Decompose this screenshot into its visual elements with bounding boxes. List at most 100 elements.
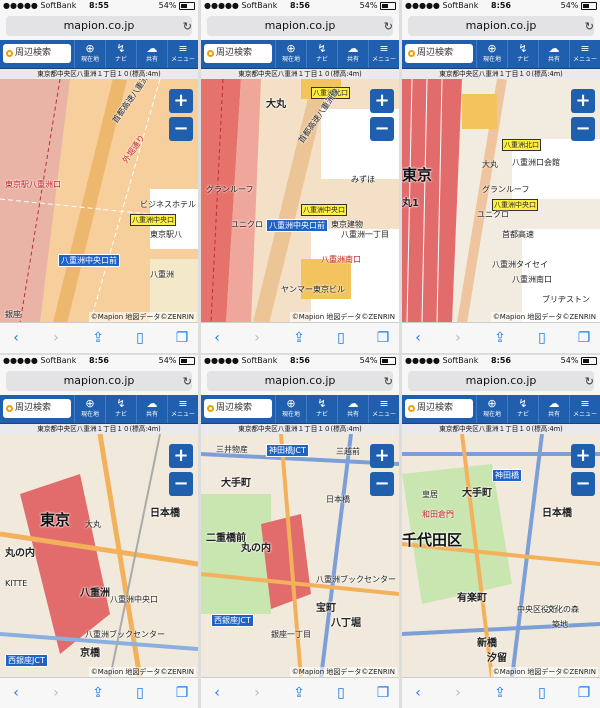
url-field[interactable]: mapion.co.jp [6, 16, 192, 36]
reload-icon[interactable]: ↻ [384, 20, 393, 33]
share-icon[interactable]: ⇪ [289, 683, 309, 703]
nav-button-label: ナビ [114, 56, 127, 63]
nav-crosshair-button[interactable]: ⊕ 現在地 [476, 395, 507, 423]
nav-menu-button[interactable]: ≡ メニュー [167, 40, 198, 68]
map-label: 八重洲口会館 [512, 158, 560, 167]
reload-icon[interactable]: ↻ [183, 20, 192, 33]
tabs-icon[interactable]: ❐ [373, 328, 393, 348]
zoom-in-button[interactable]: + [370, 444, 394, 468]
nearby-search-button[interactable]: 周辺検索 [3, 399, 71, 418]
url-field[interactable]: mapion.co.jp [6, 371, 192, 391]
back-icon[interactable]: ‹ [207, 328, 227, 348]
nav-button-label: ナビ [315, 411, 328, 418]
nav-share-bubble-button[interactable]: ☁ 共有 [538, 40, 569, 68]
back-icon[interactable]: ‹ [207, 683, 227, 703]
share-icon[interactable]: ⇪ [88, 683, 108, 703]
zoom-in-button[interactable]: + [571, 89, 595, 113]
map-label: 八重洲ブックセンター [85, 630, 165, 639]
zoom-out-button[interactable]: − [571, 472, 595, 496]
bookmarks-icon[interactable]: ▯ [331, 328, 351, 348]
tabs-icon[interactable]: ❐ [373, 683, 393, 703]
nav-share-bubble-button[interactable]: ☁ 共有 [538, 395, 569, 423]
map-view[interactable]: 首都高速八重洲線 東京駅八重洲口 外堀通り ビジネスホテル 八重洲中央口 八重洲中央口前東… [0, 79, 198, 323]
forward-icon[interactable]: › [247, 683, 267, 703]
nav-crosshair-button[interactable]: ⊕ 現在地 [476, 40, 507, 68]
reload-icon[interactable]: ↻ [585, 20, 594, 33]
map-view[interactable]: 千代田区 神田橋 和田倉門 皇居 大手町 日本橋 有楽町 中央区役所 新橋 汐留 築地 文化の森 + … [402, 434, 600, 678]
nav-share-bubble-button[interactable]: ☁ 共有 [136, 395, 167, 423]
zoom-out-button[interactable]: − [370, 472, 394, 496]
nav-crosshair-button[interactable]: ⊕ 現在地 [74, 40, 105, 68]
bookmarks-icon[interactable]: ▯ [532, 683, 552, 703]
nav-menu-button[interactable]: ≡ メニュー [569, 395, 600, 423]
map-view[interactable]: 東京 大丸 丸の内 KITTE 八重洲中央口 八重洲ブックセンター 京橋 西銀座JCT 八重洲 日… [0, 434, 198, 678]
forward-icon[interactable]: › [247, 328, 267, 348]
nav-crosshair-button[interactable]: ⊕ 現在地 [275, 395, 306, 423]
zoom-in-button[interactable]: + [370, 89, 394, 113]
nav-menu-button[interactable]: ≡ メニュー [167, 395, 198, 423]
zoom-out-button[interactable]: − [169, 117, 193, 141]
nearby-search-button[interactable]: 周辺検索 [204, 399, 272, 418]
share-icon[interactable]: ⇪ [490, 683, 510, 703]
forward-icon[interactable]: › [46, 328, 66, 348]
nav-menu-button[interactable]: ≡ メニュー [569, 40, 600, 68]
url-field[interactable]: mapion.co.jp [207, 16, 393, 36]
nearby-search-button[interactable]: 周辺検索 [204, 44, 272, 63]
back-icon[interactable]: ‹ [6, 683, 26, 703]
zoom-out-button[interactable]: − [169, 472, 193, 496]
nav-menu-button[interactable]: ≡ メニュー [368, 40, 399, 68]
zoom-in-button[interactable]: + [169, 89, 193, 113]
map-copyright: ©Mapion 地図データ©ZENRIN [289, 667, 397, 677]
zoom-in-button[interactable]: + [571, 444, 595, 468]
bookmarks-icon[interactable]: ▯ [532, 328, 552, 348]
nav-route-button[interactable]: ↯ ナビ [306, 40, 337, 68]
zoom-out-button[interactable]: − [370, 117, 394, 141]
share-icon[interactable]: ⇪ [490, 328, 510, 348]
nearby-search-button[interactable]: 周辺検索 [405, 44, 473, 63]
forward-icon[interactable]: › [448, 683, 468, 703]
nav-share-bubble-button[interactable]: ☁ 共有 [337, 395, 368, 423]
share-bubble-icon: ☁ [548, 397, 560, 410]
nav-route-button[interactable]: ↯ ナビ [105, 40, 136, 68]
nav-share-bubble-button[interactable]: ☁ 共有 [136, 40, 167, 68]
nav-crosshair-button[interactable]: ⊕ 現在地 [74, 395, 105, 423]
url-field[interactable]: mapion.co.jp [408, 16, 594, 36]
map-view[interactable]: 大丸 八重洲北口 首都高速八重洲線 グランルーフ 八重洲中央口 ユニクロ 八重洲中央口前 八重… [201, 79, 399, 323]
map-view[interactable]: 三井物産 神田橋JCT 大手町 三越前 日本橋 二重橋前 丸の内 八重洲ブックセンター 八丁堀 宝… [201, 434, 399, 678]
share-icon[interactable]: ⇪ [289, 328, 309, 348]
bookmarks-icon[interactable]: ▯ [130, 683, 150, 703]
url-field[interactable]: mapion.co.jp [408, 371, 594, 391]
nav-route-button[interactable]: ↯ ナビ [507, 40, 538, 68]
map-label: 八重洲中央口 [301, 204, 347, 216]
bookmarks-icon[interactable]: ▯ [331, 683, 351, 703]
url-text: mapion.co.jp [465, 19, 537, 32]
url-field[interactable]: mapion.co.jp [207, 371, 393, 391]
zoom-in-button[interactable]: + [169, 444, 193, 468]
reload-icon[interactable]: ↻ [384, 375, 393, 388]
tabs-icon[interactable]: ❐ [172, 328, 192, 348]
bookmarks-icon[interactable]: ▯ [130, 328, 150, 348]
back-icon[interactable]: ‹ [408, 683, 428, 703]
nav-route-button[interactable]: ↯ ナビ [306, 395, 337, 423]
forward-icon[interactable]: › [448, 328, 468, 348]
nav-share-bubble-button[interactable]: ☁ 共有 [337, 40, 368, 68]
nav-route-button[interactable]: ↯ ナビ [105, 395, 136, 423]
nearby-search-button[interactable]: 周辺検索 [405, 399, 473, 418]
nav-route-button[interactable]: ↯ ナビ [507, 395, 538, 423]
zoom-out-button[interactable]: − [571, 117, 595, 141]
nav-crosshair-button[interactable]: ⊕ 現在地 [275, 40, 306, 68]
tabs-icon[interactable]: ❐ [574, 328, 594, 348]
tabs-icon[interactable]: ❐ [574, 683, 594, 703]
back-icon[interactable]: ‹ [408, 328, 428, 348]
reload-icon[interactable]: ↻ [585, 375, 594, 388]
tabs-icon[interactable]: ❐ [172, 683, 192, 703]
share-icon[interactable]: ⇪ [88, 328, 108, 348]
nav-menu-button[interactable]: ≡ メニュー [368, 395, 399, 423]
forward-icon[interactable]: › [46, 683, 66, 703]
map-view[interactable]: 八重洲北口 八重洲口会館 東京 大丸 グランルーフ 八重洲中央口 ユニクロ 首都高速 八重洲タイ… [402, 79, 600, 323]
nearby-search-button[interactable]: 周辺検索 [3, 44, 71, 63]
back-icon[interactable]: ‹ [6, 328, 26, 348]
map-label: 東京駅八重洲口 [5, 180, 61, 189]
map-label: 八重洲中央口 [110, 595, 158, 604]
reload-icon[interactable]: ↻ [183, 375, 192, 388]
